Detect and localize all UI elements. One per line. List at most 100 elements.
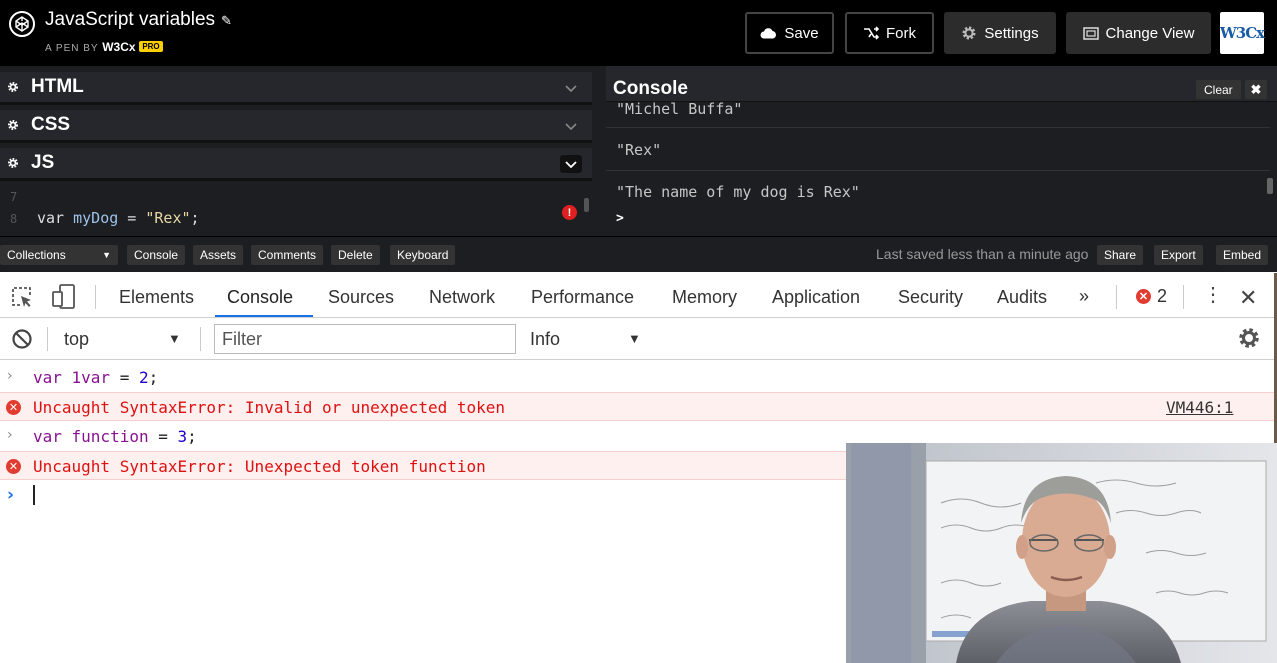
comments-button[interactable]: Comments bbox=[251, 245, 324, 265]
console-input-row: › var 1var = 2; bbox=[0, 363, 1274, 392]
tab-sources[interactable]: Sources bbox=[328, 287, 394, 308]
pen-author[interactable]: W3Cx bbox=[102, 40, 135, 54]
chevron-down-icon[interactable] bbox=[560, 79, 582, 97]
edit-pencil-icon[interactable]: ✎ bbox=[221, 13, 232, 28]
context-selector[interactable]: top bbox=[64, 329, 89, 350]
w3cx-logo[interactable]: W3Cx bbox=[1220, 12, 1265, 54]
source-link[interactable]: VM446:1 bbox=[1166, 398, 1233, 417]
console-input-text: var 1var = 2; bbox=[33, 368, 158, 387]
console-log-line: "Rex" bbox=[606, 129, 1270, 171]
resize-handle[interactable] bbox=[592, 66, 606, 236]
settings-button[interactable]: Settings bbox=[944, 12, 1056, 54]
gear-icon[interactable] bbox=[7, 81, 19, 93]
last-saved-text: Last saved less than a minute ago bbox=[876, 246, 1089, 262]
console-clear-button[interactable]: Clear bbox=[1196, 80, 1241, 99]
error-message: Uncaught SyntaxError: Unexpected token f… bbox=[33, 457, 486, 476]
chevron-down-icon[interactable] bbox=[560, 155, 582, 173]
console-prompt[interactable]: > bbox=[616, 211, 624, 226]
assets-button[interactable]: Assets bbox=[193, 245, 244, 265]
fork-icon bbox=[864, 26, 879, 40]
inspect-element-icon[interactable] bbox=[11, 286, 33, 308]
code-number: 3 bbox=[177, 427, 188, 446]
console-log-line: "The name of my dog is Rex" bbox=[616, 183, 860, 201]
gear-icon[interactable] bbox=[7, 157, 19, 169]
gear-icon[interactable] bbox=[7, 119, 19, 131]
settings-label: Settings bbox=[984, 24, 1039, 42]
codepen-console-title: Console bbox=[613, 78, 688, 99]
code-variable: myDog bbox=[73, 209, 119, 227]
filter-input[interactable] bbox=[214, 324, 516, 354]
code-keyword: var bbox=[33, 368, 72, 387]
error-indicator-icon[interactable]: ! bbox=[562, 205, 577, 220]
clear-console-icon[interactable] bbox=[11, 328, 33, 350]
close-icon[interactable]: ✖ bbox=[1245, 80, 1267, 99]
js-panel-title: JS bbox=[31, 152, 55, 173]
console-toolbar: top ▼ Info ▼ bbox=[0, 318, 1277, 360]
log-level-selector[interactable]: Info bbox=[530, 329, 560, 350]
keyboard-button[interactable]: Keyboard bbox=[390, 245, 456, 265]
caret-down-icon[interactable]: ▼ bbox=[168, 331, 181, 346]
toolbar-divider bbox=[1116, 285, 1117, 309]
device-toolbar-icon[interactable] bbox=[52, 284, 76, 310]
tab-audits[interactable]: Audits bbox=[997, 287, 1047, 308]
code-identifier: 1var bbox=[71, 368, 111, 387]
tab-network[interactable]: Network bbox=[429, 287, 495, 308]
scrollbar[interactable] bbox=[584, 198, 589, 212]
code-operator: = bbox=[148, 427, 178, 446]
collections-label: Collections bbox=[7, 248, 66, 262]
html-panel-title: HTML bbox=[31, 76, 84, 97]
tab-console[interactable]: Console bbox=[227, 287, 293, 308]
close-devtools-icon[interactable]: ✕ bbox=[1239, 285, 1257, 311]
code-line[interactable]: var myDog = "Rex"; bbox=[37, 209, 200, 227]
scrollbar[interactable] bbox=[1267, 178, 1273, 194]
chevron-down-icon[interactable] bbox=[560, 117, 582, 135]
collections-dropdown[interactable]: Collections ▼ bbox=[0, 245, 118, 265]
codepen-logo-icon[interactable] bbox=[9, 11, 35, 37]
pen-title-wrap: JavaScript variables ✎ bbox=[45, 9, 232, 31]
change-view-button[interactable]: Change View bbox=[1066, 12, 1211, 54]
tab-application[interactable]: Application bbox=[772, 287, 860, 308]
devtools-tab-bar: Elements Console Sources Network Perform… bbox=[0, 273, 1277, 318]
caret-down-icon[interactable]: ▼ bbox=[628, 331, 641, 346]
active-tab-indicator bbox=[215, 315, 313, 317]
html-panel-header[interactable]: HTML bbox=[0, 72, 592, 105]
delete-button[interactable]: Delete bbox=[331, 245, 380, 265]
toolbar-divider bbox=[200, 327, 201, 351]
line-number: 7 bbox=[10, 190, 18, 204]
pen-title[interactable]: JavaScript variables bbox=[45, 9, 215, 30]
codepen-footer: Collections ▼ Console Assets Comments De… bbox=[0, 236, 1277, 272]
pro-badge: PRO bbox=[139, 41, 163, 52]
tab-elements[interactable]: Elements bbox=[119, 287, 194, 308]
error-icon: ✕ bbox=[1136, 289, 1151, 304]
console-input-text: var function = 3; bbox=[33, 427, 197, 446]
change-view-label: Change View bbox=[1105, 24, 1195, 42]
codepen-console-header: Console Clear ✖ bbox=[606, 66, 1277, 102]
more-options-icon[interactable]: ⋮ bbox=[1203, 285, 1223, 305]
clipped-code-line: ' ' ' ' ' bbox=[120, 186, 211, 195]
chevron-right-icon: › bbox=[7, 368, 13, 384]
fork-button[interactable]: Fork bbox=[845, 12, 934, 54]
error-count-badge[interactable]: ✕ 2 bbox=[1136, 286, 1167, 307]
tab-performance[interactable]: Performance bbox=[531, 287, 634, 308]
js-panel-header[interactable]: JS bbox=[0, 148, 592, 181]
export-button[interactable]: Export bbox=[1154, 245, 1203, 265]
tab-security[interactable]: Security bbox=[898, 287, 963, 308]
css-panel-header[interactable]: CSS bbox=[0, 110, 592, 143]
code-keyword: var bbox=[33, 427, 72, 446]
codepen-console: Console Clear ✖ "Michel Buffa" "Rex" "Th… bbox=[606, 66, 1277, 236]
more-tabs-icon[interactable]: » bbox=[1079, 286, 1089, 307]
tab-memory[interactable]: Memory bbox=[672, 287, 737, 308]
save-button[interactable]: Save bbox=[745, 12, 834, 54]
error-icon: ✕ bbox=[6, 400, 21, 415]
code-number: 2 bbox=[138, 368, 149, 387]
embed-button[interactable]: Embed bbox=[1216, 245, 1269, 265]
layout-icon bbox=[1082, 26, 1099, 40]
js-code-editor[interactable]: ' ' ' ' ' 7 8 var myDog = "Rex"; ! bbox=[0, 186, 592, 236]
code-semicolon: ; bbox=[190, 209, 200, 227]
share-button[interactable]: Share bbox=[1097, 245, 1144, 265]
console-input-caret[interactable] bbox=[33, 485, 35, 505]
css-panel-title: CSS bbox=[31, 114, 71, 135]
console-button[interactable]: Console bbox=[127, 245, 186, 265]
gear-icon[interactable] bbox=[1237, 326, 1261, 350]
byline-prefix: A PEN BY bbox=[45, 43, 99, 54]
